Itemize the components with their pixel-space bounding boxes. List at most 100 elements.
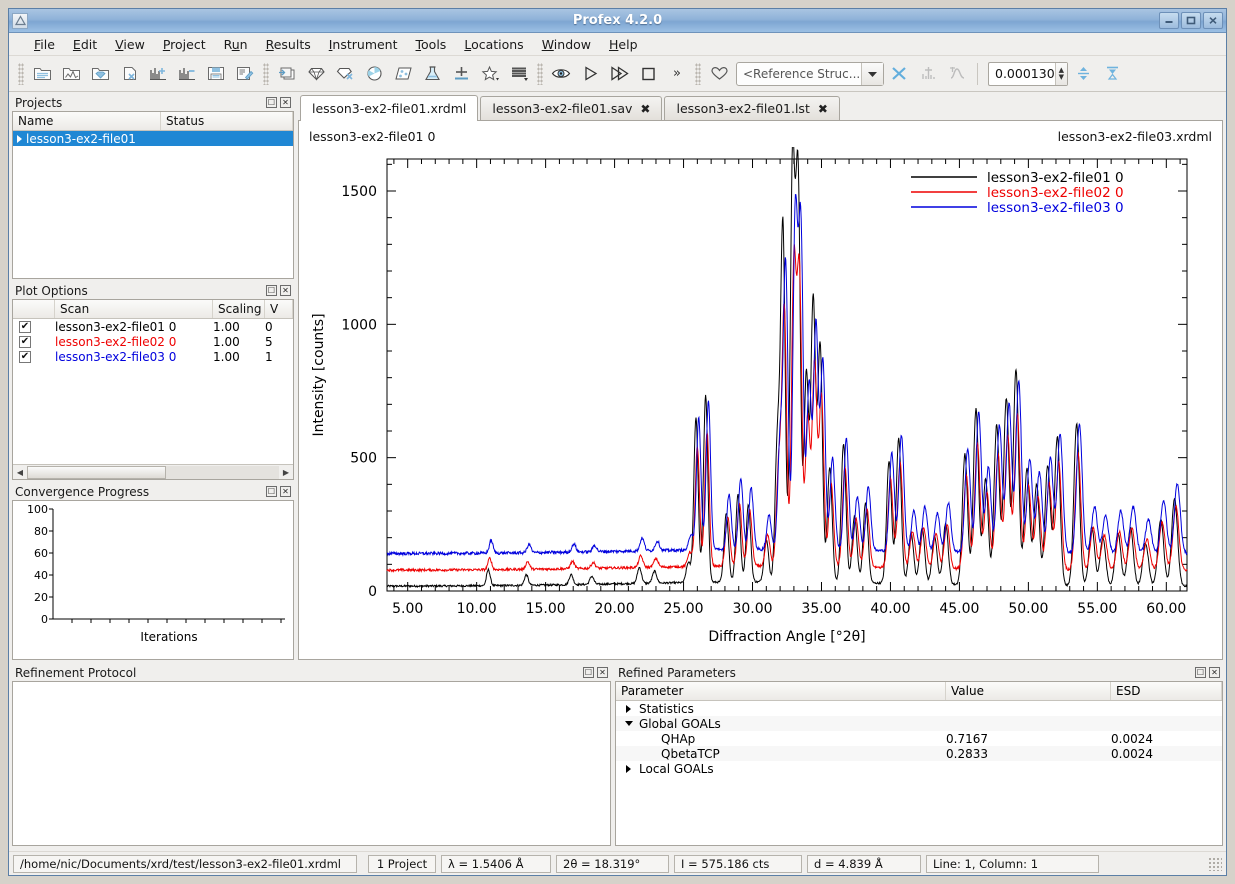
open-scan-icon[interactable]: [57, 60, 85, 88]
close-panel-icon[interactable]: ✕: [280, 486, 291, 497]
close-icon[interactable]: ✖: [640, 102, 650, 116]
projects-column-name[interactable]: Name: [13, 112, 161, 130]
toolbar-grip-4[interactable]: [695, 63, 701, 85]
close-panel-icon[interactable]: ✕: [597, 667, 608, 678]
table-row[interactable]: ✔ lesson3-ex2-file01 0 1.00 0: [13, 319, 293, 334]
scan-visibility-checkbox[interactable]: ✔: [19, 336, 31, 348]
tab-sav[interactable]: lesson3-ex2-file01.sav ✖: [480, 96, 662, 120]
menu-view[interactable]: View: [106, 35, 154, 54]
float-panel-icon[interactable]: ☐: [266, 97, 277, 108]
spin-down-icon[interactable]: ▼: [1059, 74, 1064, 81]
close-panel-icon[interactable]: ✕: [280, 285, 291, 296]
menu-run[interactable]: Run: [215, 35, 257, 54]
expand-vertical-icon[interactable]: [1069, 60, 1097, 88]
open-file-icon[interactable]: [28, 60, 56, 88]
close-icon[interactable]: ✖: [818, 102, 828, 116]
scan-visibility-checkbox[interactable]: ✔: [19, 321, 31, 333]
duplicate-icon[interactable]: [273, 60, 301, 88]
background-icon[interactable]: [447, 60, 475, 88]
flask-icon[interactable]: [418, 60, 446, 88]
toolbar-grip-2[interactable]: [263, 63, 269, 85]
expander-icon[interactable]: [622, 705, 635, 713]
zoom-spinbox[interactable]: 0.000130 ▲ ▼: [988, 62, 1068, 86]
table-row[interactable]: lesson3-ex2-file01: [13, 131, 293, 146]
close-button[interactable]: [1203, 12, 1223, 29]
open-structure-icon[interactable]: [86, 60, 114, 88]
stop-icon[interactable]: [634, 60, 662, 88]
projects-column-status[interactable]: Status: [161, 112, 293, 130]
chevron-down-icon[interactable]: [861, 63, 883, 85]
save-icon[interactable]: [202, 60, 230, 88]
x-tick-label: 10.00: [457, 601, 497, 617]
float-panel-icon[interactable]: ☐: [1195, 667, 1206, 678]
float-panel-icon[interactable]: ☐: [266, 285, 277, 296]
table-row[interactable]: QHAp 0.7167 0.0024: [616, 731, 1222, 746]
column-esd[interactable]: ESD: [1111, 682, 1222, 700]
run-all-icon[interactable]: [605, 60, 633, 88]
run-icon[interactable]: [576, 60, 604, 88]
expander-icon[interactable]: [622, 765, 635, 773]
scroll-thumb[interactable]: [27, 466, 166, 479]
menu-project[interactable]: Project: [154, 35, 215, 54]
scroll-right-icon[interactable]: ▶: [279, 466, 293, 479]
menu-tools[interactable]: Tools: [407, 35, 456, 54]
toolbar-grip[interactable]: [18, 63, 24, 85]
add-scan-icon[interactable]: [144, 60, 172, 88]
table-row[interactable]: Global GOALs: [616, 716, 1222, 731]
collapse-vertical-icon[interactable]: [1098, 60, 1126, 88]
table-row[interactable]: Local GOALs: [616, 761, 1222, 776]
reference-structure-combo[interactable]: <Reference Struc...: [736, 62, 884, 86]
table-row[interactable]: QbetaTCP 0.2833 0.0024: [616, 746, 1222, 761]
menu-edit[interactable]: Edit: [64, 35, 106, 54]
preview-icon[interactable]: [547, 60, 575, 88]
refinement-protocol-body[interactable]: [12, 681, 611, 846]
close-file-icon[interactable]: [115, 60, 143, 88]
remove-phase-icon[interactable]: [331, 60, 359, 88]
scroll-left-icon[interactable]: ◀: [13, 466, 27, 479]
float-panel-icon[interactable]: ☐: [583, 667, 594, 678]
save-as-icon[interactable]: [231, 60, 259, 88]
expander-icon[interactable]: [13, 135, 26, 143]
toolbar-grip-3[interactable]: [537, 63, 543, 85]
plot-options-column-scan[interactable]: Scan: [55, 300, 213, 318]
plot-options-column-scaling[interactable]: Scaling: [213, 300, 265, 318]
menu-locations[interactable]: Locations: [455, 35, 532, 54]
zoom-value[interactable]: 0.000130: [989, 66, 1055, 81]
resize-grip[interactable]: [1208, 857, 1222, 871]
scan-visibility-checkbox[interactable]: ✔: [19, 351, 31, 363]
diffraction-chart-pane[interactable]: lesson3-ex2-file01 0 lesson3-ex2-file03.…: [298, 121, 1223, 660]
menu-help[interactable]: Help: [600, 35, 647, 54]
list-icon[interactable]: [505, 60, 533, 88]
favorite-icon[interactable]: [476, 60, 504, 88]
menu-window[interactable]: Window: [533, 35, 600, 54]
heart-icon[interactable]: [705, 60, 733, 88]
overflow-icon[interactable]: »: [663, 60, 691, 88]
table-row[interactable]: ✔ lesson3-ex2-file03 0 1.00 1: [13, 349, 293, 364]
tab-xrdml[interactable]: lesson3-ex2-file01.xrdml: [300, 95, 478, 121]
quantification-icon[interactable]: [360, 60, 388, 88]
structure-preview-icon[interactable]: [389, 60, 417, 88]
plot-options-hscrollbar[interactable]: ◀ ▶: [13, 464, 293, 479]
close-panel-icon[interactable]: ✕: [280, 97, 291, 108]
column-parameter[interactable]: Parameter: [616, 682, 946, 700]
table-row[interactable]: Statistics: [616, 701, 1222, 716]
float-panel-icon[interactable]: ☐: [266, 486, 277, 497]
scroll-track[interactable]: [27, 466, 279, 479]
table-row[interactable]: ✔ lesson3-ex2-file02 0 1.00 5: [13, 334, 293, 349]
close-panel-icon[interactable]: ✕: [1209, 667, 1220, 678]
menu-file[interactable]: File: [25, 35, 64, 54]
column-value[interactable]: Value: [946, 682, 1111, 700]
plot-options-column-v[interactable]: V: [265, 300, 293, 318]
menu-results[interactable]: Results: [257, 35, 320, 54]
maximize-button[interactable]: [1181, 12, 1201, 29]
menu-instrument[interactable]: Instrument: [320, 35, 407, 54]
compare-structures-icon[interactable]: [914, 60, 942, 88]
clear-reference-icon[interactable]: [885, 60, 913, 88]
add-phase-icon[interactable]: [302, 60, 330, 88]
spin-buttons[interactable]: ▲ ▼: [1055, 63, 1067, 85]
expander-icon[interactable]: [622, 721, 635, 726]
remove-scan-icon[interactable]: [173, 60, 201, 88]
fit-profile-icon[interactable]: [943, 60, 971, 88]
tab-lst[interactable]: lesson3-ex2-file01.lst ✖: [664, 96, 839, 120]
minimize-button[interactable]: [1159, 12, 1179, 29]
